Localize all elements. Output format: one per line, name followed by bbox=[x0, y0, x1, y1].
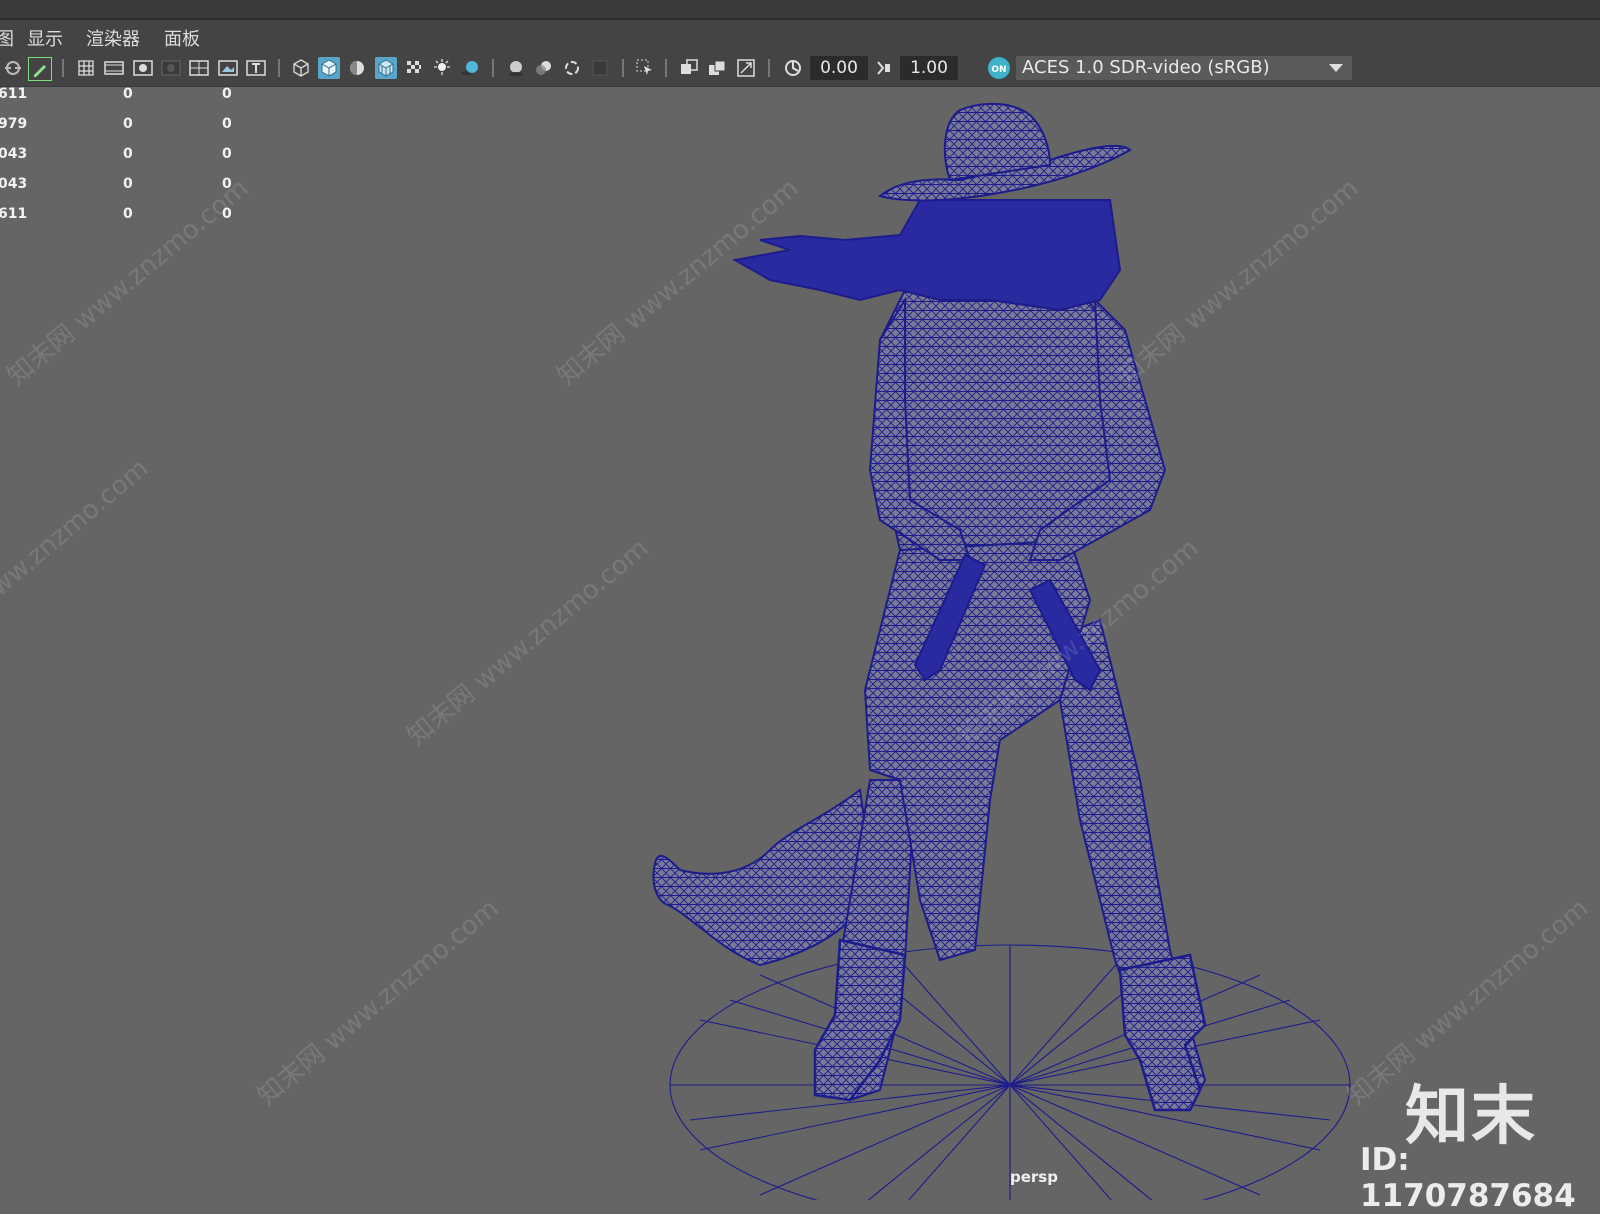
resolution-gate-icon[interactable] bbox=[132, 57, 154, 79]
toolbar-divider bbox=[768, 59, 770, 77]
menu-item-panels[interactable]: 面板 bbox=[164, 25, 200, 51]
hair bbox=[732, 199, 1122, 312]
color-space-dropdown[interactable]: ACES 1.0 SDR-video (sRGB) bbox=[1016, 56, 1352, 80]
xray-icon[interactable] bbox=[403, 57, 425, 79]
menu-item-partial[interactable]: 图 bbox=[0, 25, 14, 51]
field-chart-icon[interactable] bbox=[188, 57, 210, 79]
menu-item-renderer[interactable]: 渲染器 bbox=[86, 25, 140, 51]
safe-title-icon[interactable] bbox=[245, 57, 267, 79]
toolbar-divider bbox=[622, 59, 624, 77]
toolbar-divider bbox=[62, 59, 64, 77]
safe-action-icon[interactable] bbox=[217, 57, 239, 79]
anti-alias-icon[interactable] bbox=[561, 57, 583, 79]
wireframe-on-shaded-icon[interactable] bbox=[375, 57, 397, 79]
lights-icon[interactable] bbox=[431, 57, 453, 79]
svg-text:ON: ON bbox=[991, 65, 1006, 75]
shadows-icon[interactable] bbox=[459, 57, 481, 79]
exposure-icon[interactable] bbox=[782, 57, 804, 79]
left-boot bbox=[813, 938, 907, 1102]
toolbar-divider bbox=[665, 59, 667, 77]
chevron-down-icon[interactable] bbox=[1320, 56, 1352, 80]
pencil-icon[interactable] bbox=[28, 57, 52, 81]
xray-active-icon[interactable] bbox=[706, 57, 728, 79]
toolbar-divider bbox=[492, 59, 494, 77]
color-management-icon[interactable]: ON bbox=[987, 56, 1011, 80]
viewport-toolbar: 0.00 1.00 ON ACES 1.0 SDR-video (sRGB) bbox=[0, 50, 1600, 87]
wireframe-icon[interactable] bbox=[290, 57, 312, 79]
menu-item-display[interactable]: 显示 bbox=[27, 25, 63, 51]
film-gate-icon[interactable] bbox=[103, 57, 125, 79]
viewport-3d[interactable] bbox=[0, 87, 1600, 1200]
default-material-icon[interactable] bbox=[346, 57, 368, 79]
xray-joints-icon[interactable] bbox=[678, 57, 700, 79]
viewport-menubar: 图 显示 渲染器 面板 bbox=[0, 20, 1600, 50]
right-boot bbox=[1118, 953, 1207, 1112]
motion-blur-icon[interactable] bbox=[533, 57, 555, 79]
cloth-tail bbox=[652, 788, 872, 967]
isolate-select-icon[interactable] bbox=[634, 57, 656, 79]
screen-space-ao-icon[interactable] bbox=[505, 57, 527, 79]
depth-of-field-icon[interactable] bbox=[589, 57, 611, 79]
gamma-field[interactable]: 1.00 bbox=[900, 56, 958, 80]
gate-mask-icon[interactable] bbox=[160, 57, 182, 79]
toolbar-divider bbox=[278, 59, 280, 77]
watermark-id: ID: 1170787684 bbox=[1360, 1142, 1576, 1214]
backface-icon[interactable] bbox=[735, 57, 757, 79]
exposure-field[interactable]: 0.00 bbox=[810, 56, 868, 80]
camera-tool-icon[interactable] bbox=[2, 57, 24, 79]
camera-name-label: persp bbox=[1010, 1168, 1058, 1186]
gamma-icon[interactable] bbox=[872, 57, 894, 79]
smooth-shade-icon[interactable] bbox=[318, 57, 340, 79]
grid-icon[interactable] bbox=[75, 57, 97, 79]
window-top-strip bbox=[0, 0, 1600, 20]
ground-disc bbox=[669, 944, 1351, 1200]
